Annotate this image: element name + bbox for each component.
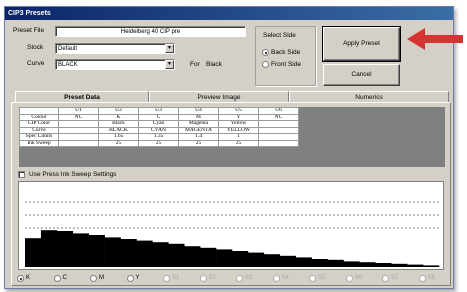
ink-zone-bar[interactable] <box>423 265 440 267</box>
front-side-radio[interactable] <box>262 61 269 68</box>
ink-zone-bar[interactable] <box>375 263 392 267</box>
color-radio-k[interactable] <box>17 275 24 282</box>
color-radio-label: S7 <box>391 275 399 281</box>
ink-zone-bar[interactable] <box>279 255 296 267</box>
color-radio-s2[interactable] <box>199 275 207 282</box>
ink-data-table: U1 U2 U3 U4 U5 U6 Colour NC K C M Y NC C… <box>19 107 299 147</box>
ink-zone-bar[interactable] <box>263 254 281 267</box>
ink-zone-bar[interactable] <box>311 259 328 267</box>
ink-zone-bar[interactable] <box>56 231 74 267</box>
back-side-label: Back Side <box>271 49 301 56</box>
cip3-presets-dialog: CIP3 Presets Preset File Heidelberg 40 C… <box>4 6 454 289</box>
color-radio-label: S4 <box>281 275 289 281</box>
color-radio-s8[interactable] <box>418 275 426 282</box>
color-radio-s5[interactable] <box>309 275 316 282</box>
color-radio-label: Y <box>135 275 140 281</box>
ink-profile-chart[interactable] <box>18 181 444 270</box>
ink-zone-bar[interactable] <box>104 237 121 267</box>
curve-value: BLACK <box>58 62 78 68</box>
color-radio-label: S3 <box>245 275 253 281</box>
color-radio-label: S6 <box>354 275 362 281</box>
color-radio-s3[interactable] <box>236 275 243 282</box>
curve-dropdown[interactable]: BLACK <box>55 59 175 70</box>
ink-zone-bar[interactable] <box>168 243 185 267</box>
table-cell[interactable]: 25 <box>178 139 219 147</box>
table-cell[interactable] <box>58 139 99 147</box>
preset-file-field[interactable]: Heidelberg 40 CIP pre <box>55 26 246 37</box>
color-radio-label: S1 <box>172 275 180 281</box>
table-cell[interactable]: 25 <box>138 139 179 147</box>
ink-zone-bars <box>25 230 440 267</box>
table-cell[interactable]: 25 <box>98 139 139 147</box>
color-radio-s4[interactable] <box>272 275 280 282</box>
tab-numerics[interactable]: Numerics <box>289 91 449 102</box>
for-label: For <box>190 61 200 68</box>
table-cell[interactable] <box>258 139 299 147</box>
apply-preset-button[interactable]: Apply Preset <box>322 26 401 62</box>
color-radio-label: S2 <box>208 275 216 281</box>
color-radio-c[interactable] <box>53 275 61 282</box>
ink-zone-bar[interactable] <box>200 247 217 267</box>
color-radio-y[interactable] <box>126 275 134 282</box>
ink-zone-bar[interactable] <box>40 230 58 267</box>
ink-zone-bar[interactable] <box>184 246 201 267</box>
stock-label: Stock <box>27 44 44 51</box>
color-radio-label: C <box>62 275 67 281</box>
ink-zone-bar[interactable] <box>359 262 376 267</box>
curve-dropdown-arrow-icon[interactable]: ▼ <box>165 60 174 69</box>
stock-dropdown[interactable]: Default <box>55 43 175 54</box>
color-radio-s6[interactable] <box>345 275 353 282</box>
ink-zone-bar[interactable] <box>343 261 360 267</box>
table-cell[interactable]: 25 <box>218 139 259 147</box>
ink-zone-bar[interactable] <box>25 238 42 267</box>
color-radio-s1[interactable] <box>163 275 170 282</box>
ink-zone-bar[interactable] <box>407 264 424 267</box>
back-side-radio[interactable] <box>262 49 269 56</box>
red-arrow-icon <box>407 28 463 50</box>
curve-label: Curve <box>27 60 45 67</box>
color-radio-label: K <box>26 275 31 281</box>
color-radio-label: M <box>99 275 104 281</box>
color-radio-label: S8 <box>427 275 435 281</box>
row-label: Ink Sweep <box>19 139 59 147</box>
cancel-button[interactable]: Cancel <box>323 64 400 86</box>
stock-value: Default <box>58 46 78 52</box>
ink-profile-svg <box>25 201 440 267</box>
preset-file-label: Preset File <box>13 27 45 34</box>
ink-sweep-checkbox-label: Use Press Ink Sweep Settings <box>29 171 117 178</box>
select-side-title: Select Side <box>263 32 296 39</box>
ink-zone-bar[interactable] <box>216 249 233 267</box>
ink-zone-bar[interactable] <box>327 259 344 267</box>
ink-zone-bar[interactable] <box>295 257 312 267</box>
color-radio-label: S5 <box>318 275 326 281</box>
window-title: CIP3 Presets <box>5 7 453 20</box>
ink-zone-bar[interactable] <box>120 239 137 267</box>
ink-zone-bar[interactable] <box>152 242 169 267</box>
for-value: Black <box>206 61 222 68</box>
color-radio-m[interactable] <box>90 275 97 282</box>
color-radio-s7[interactable] <box>382 275 389 282</box>
ink-zone-bar[interactable] <box>88 235 105 267</box>
ink-zone-bar[interactable] <box>247 252 265 267</box>
front-side-label: Front Side <box>271 61 301 68</box>
table-row: Ink Sweep 25 25 25 25 <box>19 139 299 147</box>
ink-zone-bar[interactable] <box>391 263 408 267</box>
ink-zone-bar[interactable] <box>232 251 249 267</box>
tab-preview-image[interactable]: Preview Image <box>149 91 289 102</box>
ink-zone-bar[interactable] <box>136 240 153 267</box>
ink-zone-bar[interactable] <box>72 233 89 267</box>
ink-sweep-checkbox[interactable] <box>18 171 25 178</box>
stock-dropdown-arrow-icon[interactable]: ▼ <box>165 44 174 53</box>
